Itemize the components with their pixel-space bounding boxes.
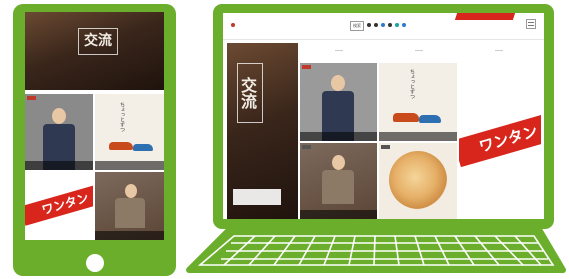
nav-icon [374,23,378,27]
nav-item[interactable] [381,23,385,27]
tablet-hero-title: 交流 [78,28,118,55]
nav-icon [381,23,385,27]
promo-ribbon[interactable] [454,13,516,20]
laptop-hero-title: 交流 [237,63,263,123]
menu-icon[interactable] [526,19,536,29]
laptop-screen: 検索 交流 ちょっとずつ ワンタン [223,13,544,219]
tablet-home-button[interactable] [86,254,104,272]
site-logo[interactable] [231,22,236,28]
global-nav [367,23,406,27]
tile-tag [302,65,311,69]
tablet-screen: 交流 ちょっとずつ ワンタン [25,12,164,240]
person-head [332,155,345,170]
search-button[interactable]: 検索 [350,21,364,31]
tablet-device: 交流 ちょっとずつ ワンタン [13,4,176,276]
tile-tag [302,145,311,149]
tablet-tile-craft[interactable] [95,172,164,240]
package-label: ワンタン [459,110,541,168]
site-header: 検索 [223,13,544,40]
laptop-hero-banner[interactable]: 交流 [227,43,298,219]
laptop-tile-food[interactable] [379,143,457,219]
laptop-tile-craft[interactable] [300,143,377,219]
nav-item[interactable] [388,23,392,27]
hero-caption [233,189,281,205]
tile-caption [300,132,377,141]
car-image [393,113,419,122]
nav-item[interactable] [367,23,371,27]
person-head [125,184,137,198]
nav-item[interactable] [395,23,399,27]
person-head [52,108,66,124]
package-label: ワンタン [25,182,93,226]
laptop-tile-package[interactable]: ワンタン [459,63,541,219]
car-image [419,115,441,123]
logo-icon [231,22,235,27]
laptop-tile-feature[interactable]: ちょっとずつ [379,63,457,141]
tab-category[interactable] [335,43,343,51]
nav-icon [367,23,371,27]
tile-caption [300,210,377,219]
nav-icon [395,23,399,27]
car-image [109,142,133,150]
person-head [331,75,345,91]
person-body [322,170,354,204]
nav-icon [402,23,406,27]
tablet-tile-interview[interactable] [25,94,93,170]
nav-icon [388,23,392,27]
tablet-tile-feature[interactable]: ちょっとずつ [95,94,164,170]
nav-item[interactable] [402,23,406,27]
car-image [133,144,153,151]
tab-category[interactable] [415,43,423,51]
tile-caption [95,161,164,170]
laptop-device: 検索 交流 ちょっとずつ ワンタン [213,4,554,229]
laptop-tile-interview[interactable] [300,63,377,141]
tile-tag [381,145,390,149]
tile-caption [25,161,93,170]
tile-tag [27,96,36,100]
feature-text: ちょっとずつ [119,102,125,132]
feature-text: ちょっとずつ [409,69,415,99]
category-tabs [299,43,539,51]
food-image [389,151,447,209]
tablet-hero-banner[interactable]: 交流 [25,12,164,90]
tile-caption [379,132,457,141]
person-body [115,198,145,228]
tab-category[interactable] [495,43,503,51]
nav-item[interactable] [374,23,378,27]
tile-caption [95,231,164,240]
tablet-tile-package[interactable]: ワンタン [25,172,93,240]
